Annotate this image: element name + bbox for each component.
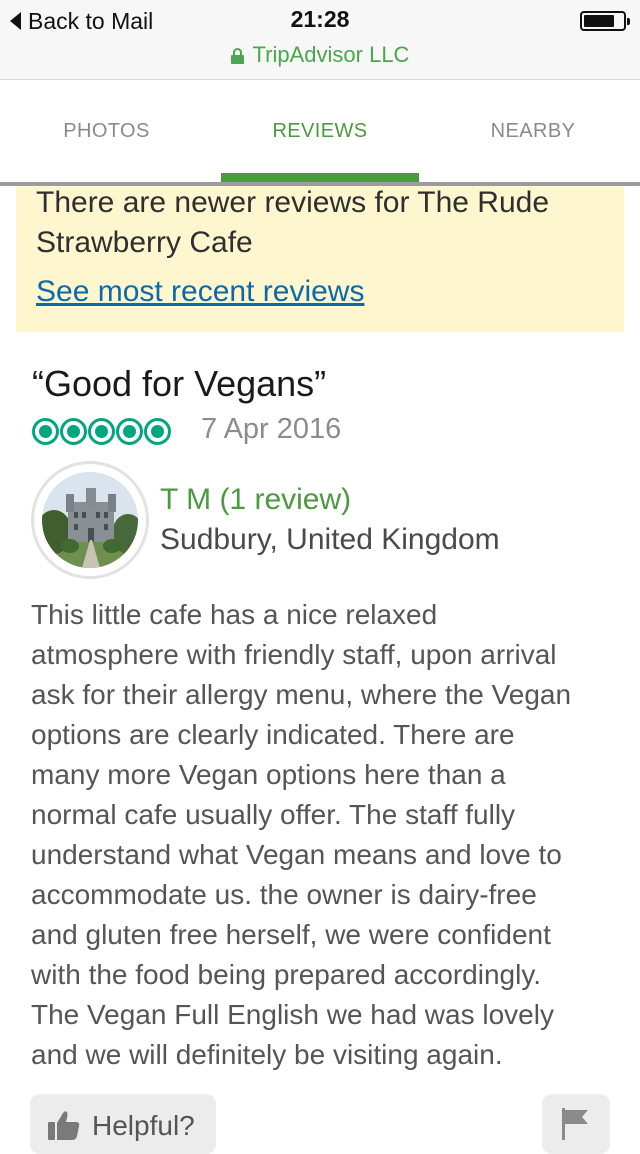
helpful-label: Helpful? — [92, 1110, 195, 1141]
tab-reviews[interactable]: REVIEWS — [221, 80, 419, 182]
rating-bubble-icon — [88, 418, 115, 445]
battery-fill — [584, 15, 614, 27]
review-body-line: normal cafe usually offer. The staff ful… — [31, 799, 516, 830]
review-title: “Good for Vegans” — [32, 363, 327, 404]
review-body-line: with the food being prepared accordingly… — [31, 959, 542, 990]
review-body-line: and we will definitely be visiting again… — [31, 1039, 503, 1070]
active-tab-indicator — [221, 173, 419, 182]
review-body-line: ask for their allergy menu, where the Ve… — [31, 679, 572, 710]
site-name: TripAdvisor LLC — [252, 42, 410, 67]
lock-icon — [230, 48, 244, 64]
status-bar: Back to Mail 21:28 TripAdvisor LLC — [0, 0, 640, 80]
rating-bubble-icon — [60, 418, 87, 445]
battery-icon — [580, 11, 630, 31]
review-body-line: and gluten free herself, we were confide… — [31, 919, 551, 950]
rating-bubble-icon — [32, 418, 59, 445]
report-flag-button[interactable] — [542, 1094, 610, 1154]
review-date: 7 Apr 2016 — [201, 413, 342, 445]
reviewer-location: Sudbury, United Kingdom — [160, 523, 500, 556]
notice-text: There are newer reviews for The Rude Str… — [36, 186, 550, 259]
tab-nearby[interactable]: NEARBY — [426, 80, 640, 182]
battery-nub — [627, 18, 630, 25]
castle-photo — [42, 472, 138, 568]
see-recent-reviews-link[interactable]: See most recent reviews — [36, 275, 364, 309]
rating-bubble-icon — [144, 418, 171, 445]
review-body-line: understand what Vegan means and love to — [31, 839, 562, 870]
review-body-line: This little cafe has a nice relaxed — [31, 599, 438, 630]
review-body-line: atmosphere with friendly staff, upon arr… — [31, 639, 557, 670]
tab-photos[interactable]: PHOTOS — [0, 80, 213, 182]
bubble-rating — [32, 418, 171, 445]
site-address[interactable]: TripAdvisor LLC — [0, 42, 640, 68]
avatar-photo — [42, 472, 138, 568]
review-body-line: The Vegan Full English we had was lovely — [31, 999, 554, 1030]
tab-bar: PHOTOS REVIEWS NEARBY — [0, 80, 640, 186]
review-body: This little cafe has a nice relaxed atmos… — [31, 595, 621, 1075]
clock: 21:28 — [290, 6, 350, 32]
helpful-button[interactable]: Helpful? — [30, 1094, 216, 1154]
flag-icon — [562, 1108, 588, 1140]
reviewer-avatar[interactable] — [31, 461, 149, 579]
review-body-line: many more Vegan options here than a — [31, 759, 506, 790]
rating-bubble-icon — [116, 418, 143, 445]
reviewer-name[interactable]: T M (1 review) — [160, 483, 351, 517]
review-body-line: accommodate us. the owner is dairy-free — [31, 879, 537, 910]
review-body-line: options are clearly indicated. There are — [31, 719, 515, 750]
newer-reviews-notice: There are newer reviews for The Rude Str… — [16, 186, 624, 332]
